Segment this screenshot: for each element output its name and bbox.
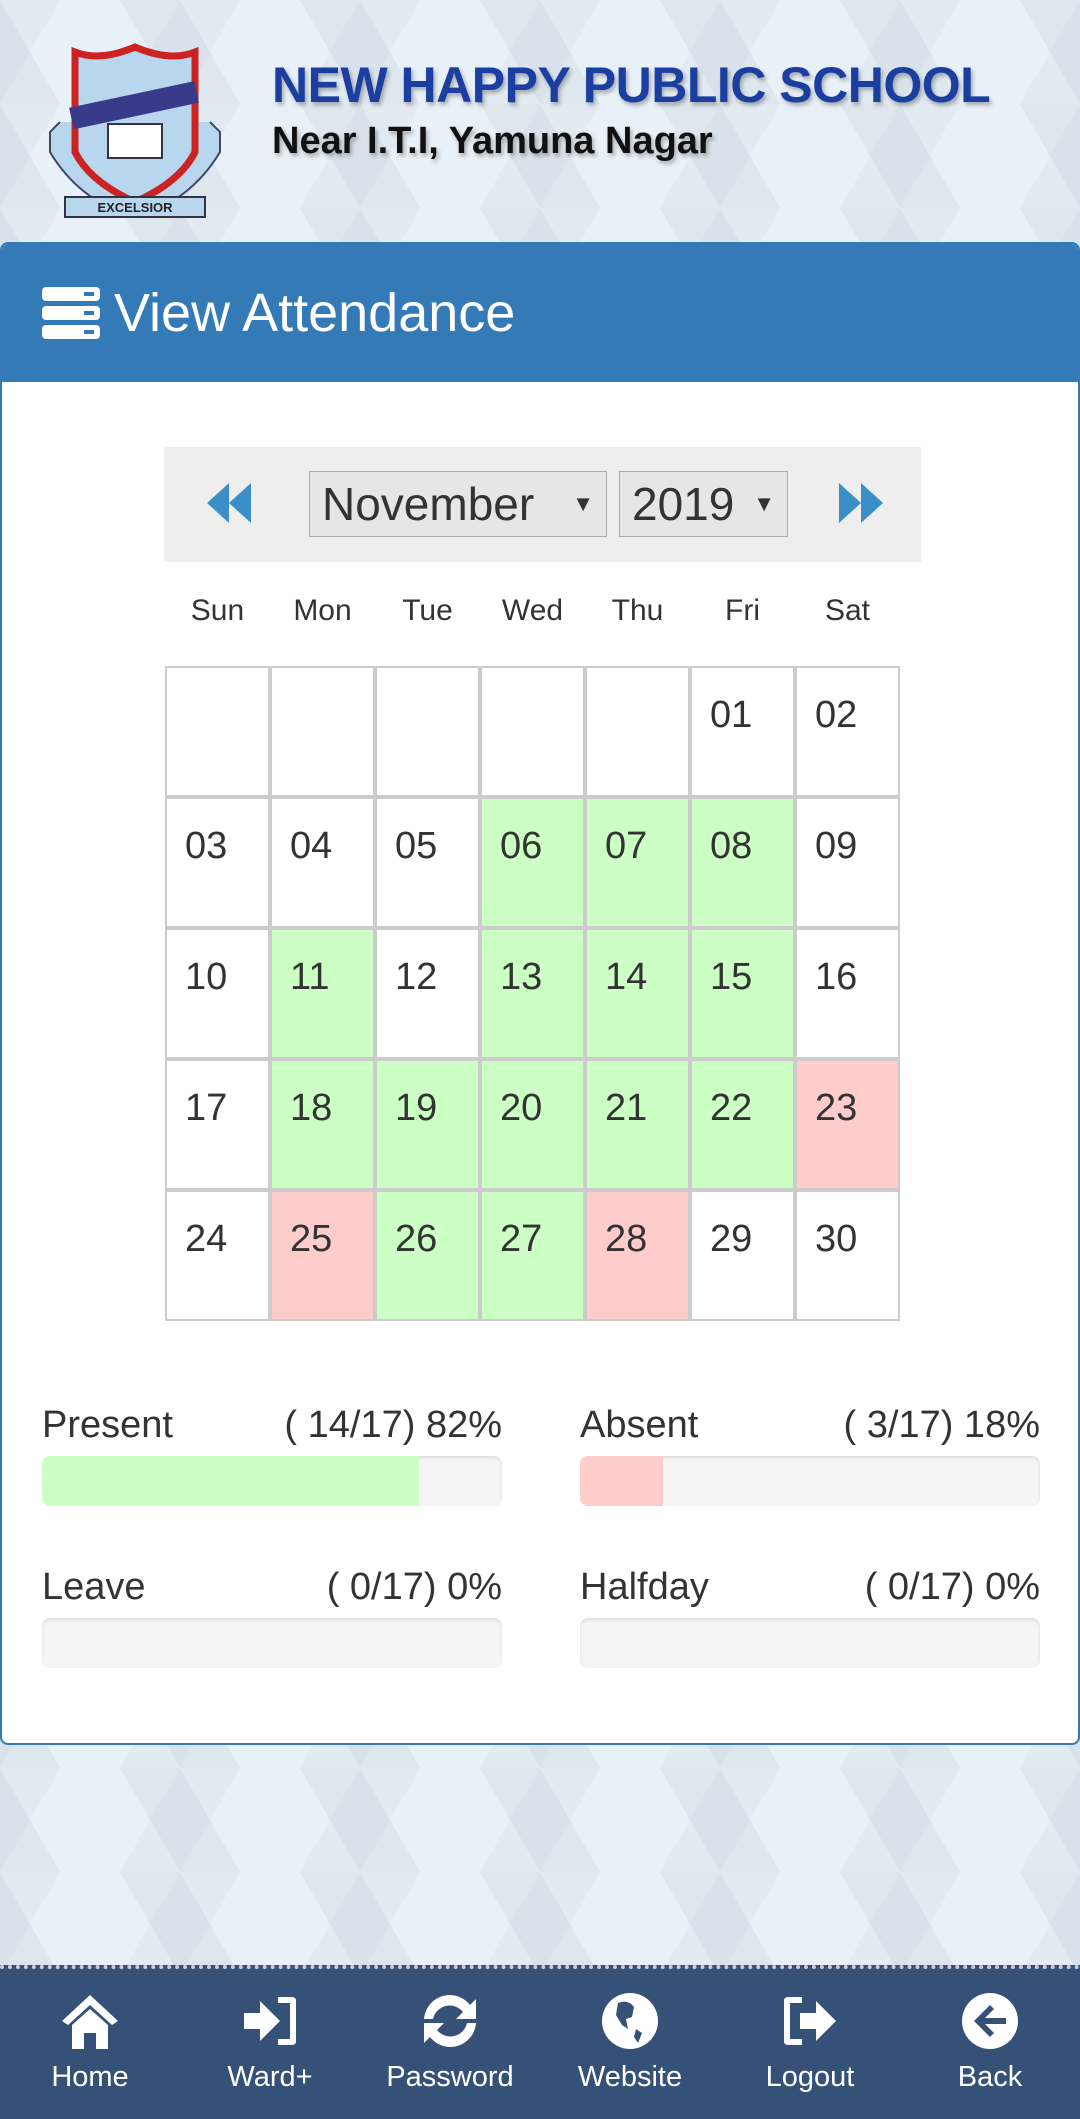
day-cell[interactable]: 01 (690, 666, 795, 797)
month-value: November (322, 478, 535, 530)
attendance-panel: View Attendance November ▼ 2019 ▼ Sun Mon Tu… (0, 242, 1080, 1745)
empty-day-cell (375, 666, 480, 797)
year-select[interactable]: 2019 ▼ (619, 471, 788, 537)
day-cell[interactable]: 24 (165, 1190, 270, 1321)
nav-label: Password (386, 2061, 514, 2093)
progress-fill (42, 1456, 420, 1506)
day-cell-absent[interactable]: 23 (795, 1059, 900, 1190)
day-cell[interactable]: 10 (165, 928, 270, 1059)
day-cell-present[interactable]: 07 (585, 797, 690, 928)
day-cell[interactable]: 29 (690, 1190, 795, 1321)
nav-password[interactable]: Password (375, 1989, 525, 2094)
weekday-header: Sat (824, 594, 871, 627)
header: EXCELSIOR NEW HAPPY PUBLIC SCHOOL Near I… (0, 0, 1080, 240)
school-name: NEW HAPPY PUBLIC SCHOOL (272, 57, 991, 113)
year-value: 2019 (632, 478, 735, 530)
chevron-down-icon: ▼ (753, 491, 775, 516)
nav-website[interactable]: Website (555, 1989, 705, 2094)
calendar-navigation: November ▼ 2019 ▼ (164, 447, 921, 562)
progress-bar (580, 1618, 1040, 1668)
weekday-header: Sun (190, 594, 245, 627)
stat-value: ( 0/17) 0% (864, 1566, 1040, 1608)
sign-in-icon (244, 1997, 296, 2045)
stat-value: ( 0/17) 0% (326, 1566, 502, 1608)
list-icon (42, 287, 100, 339)
empty-day-cell (585, 666, 690, 797)
arrow-circle-left-icon (962, 1993, 1018, 2049)
day-cell[interactable]: 02 (795, 666, 900, 797)
day-cell-present[interactable]: 20 (480, 1059, 585, 1190)
progress-bar (580, 1456, 1040, 1506)
weekday-header: Wed (501, 594, 564, 627)
day-cell-present[interactable]: 14 (585, 928, 690, 1059)
day-cell-present[interactable]: 13 (480, 928, 585, 1059)
day-cell-present[interactable]: 19 (375, 1059, 480, 1190)
next-month-icon[interactable] (836, 479, 886, 527)
day-cell-present[interactable]: 18 (270, 1059, 375, 1190)
day-cell-present[interactable]: 22 (690, 1059, 795, 1190)
previous-month-icon[interactable] (204, 479, 254, 527)
day-cell-present[interactable]: 26 (375, 1190, 480, 1321)
nav-logout[interactable]: Logout (735, 1989, 885, 2094)
day-cell[interactable]: 09 (795, 797, 900, 928)
school-address: Near I.T.I, Yamuna Nagar (272, 120, 713, 162)
stat-halfday: Halfday( 0/17) 0% (580, 1566, 1040, 1668)
day-cell-absent[interactable]: 25 (270, 1190, 375, 1321)
svg-text:EXCELSIOR: EXCELSIOR (97, 200, 173, 215)
weekday-header: Fri (725, 594, 760, 627)
stat-value: ( 14/17) 82% (284, 1404, 502, 1446)
chevron-down-icon: ▼ (572, 491, 594, 516)
day-cell[interactable]: 30 (795, 1190, 900, 1321)
globe-icon (602, 1993, 658, 2049)
bottom-navigation: Home Ward+ Password Website Logout Back (0, 1965, 1080, 2119)
refresh-icon (424, 1994, 476, 2048)
sign-out-icon (784, 1997, 836, 2045)
stat-absent: Absent( 3/17) 18% (580, 1404, 1040, 1506)
day-cell[interactable]: 03 (165, 797, 270, 928)
nav-label: Ward+ (227, 2061, 313, 2093)
month-select[interactable]: November ▼ (309, 471, 607, 537)
school-logo: EXCELSIOR (49, 43, 221, 219)
day-cell-present[interactable]: 08 (690, 797, 795, 928)
stat-present: Present( 14/17) 82% (42, 1404, 502, 1506)
day-cell-present[interactable]: 27 (480, 1190, 585, 1321)
empty-day-cell (480, 666, 585, 797)
home-icon (62, 1995, 118, 2049)
empty-day-cell (165, 666, 270, 797)
panel-title: View Attendance (114, 283, 516, 343)
day-cell-present[interactable]: 15 (690, 928, 795, 1059)
nav-home[interactable]: Home (15, 1989, 165, 2094)
day-cell[interactable]: 05 (375, 797, 480, 928)
nav-label: Logout (765, 2061, 855, 2093)
progress-bar (42, 1456, 502, 1506)
day-cell[interactable]: 04 (270, 797, 375, 928)
day-cell[interactable]: 16 (795, 928, 900, 1059)
stat-value: ( 3/17) 18% (843, 1404, 1040, 1446)
weekday-header: Thu (611, 594, 664, 627)
empty-day-cell (270, 666, 375, 797)
day-cell-present[interactable]: 21 (585, 1059, 690, 1190)
panel-header: View Attendance (2, 244, 1078, 382)
day-cell-absent[interactable]: 28 (585, 1190, 690, 1321)
progress-fill (580, 1456, 663, 1506)
stat-leave: Leave( 0/17) 0% (42, 1566, 502, 1668)
nav-label: Website (577, 2061, 683, 2093)
weekday-header: Mon (293, 594, 352, 627)
day-cell-present[interactable]: 06 (480, 797, 585, 928)
nav-label: Back (957, 2061, 1023, 2093)
day-cell[interactable]: 17 (165, 1059, 270, 1190)
progress-bar (42, 1618, 502, 1668)
weekday-header: Tue (402, 594, 453, 627)
nav-back[interactable]: Back (915, 1989, 1065, 2094)
day-cell-present[interactable]: 11 (270, 928, 375, 1059)
nav-label: Home (51, 2061, 129, 2093)
nav-ward-plus[interactable]: Ward+ (195, 1989, 345, 2094)
day-cell[interactable]: 12 (375, 928, 480, 1059)
